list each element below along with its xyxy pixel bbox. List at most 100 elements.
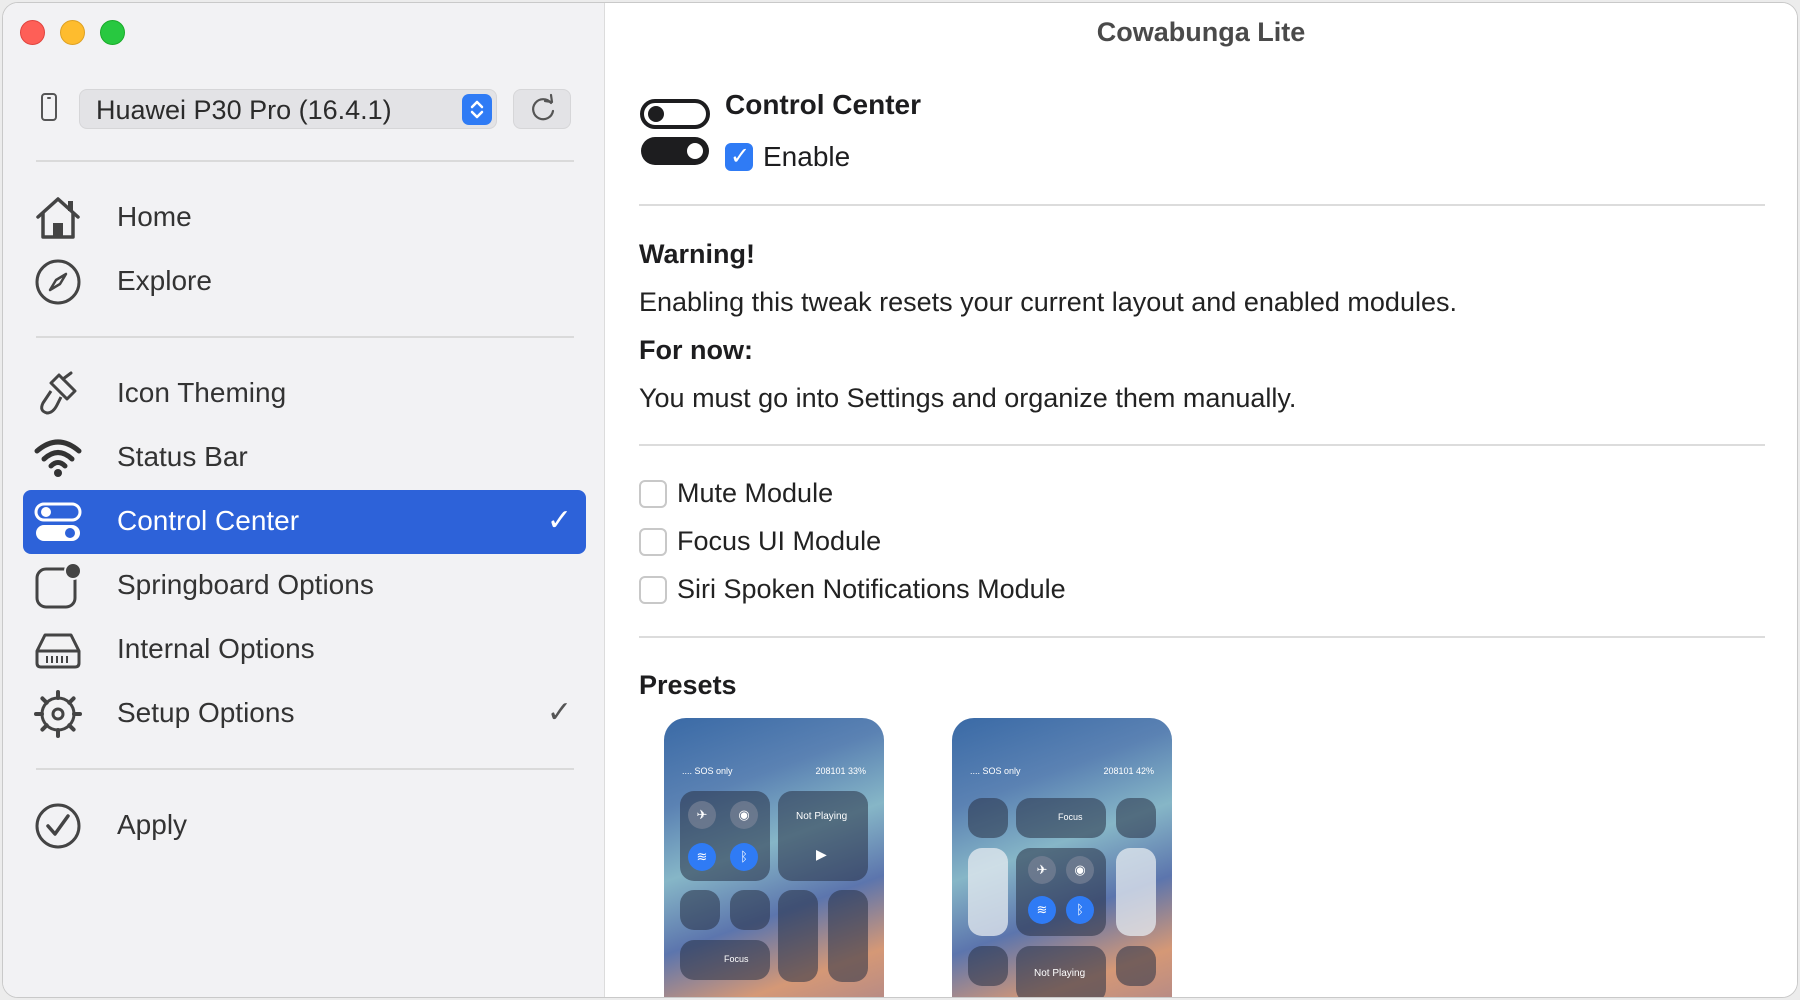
airplane-icon: ✈ [1028,856,1056,884]
device-row: Huawei P30 Pro (16.4.1) [33,89,574,129]
focus-ui-module-checkbox[interactable] [639,528,667,556]
sidebar-item-springboard-options[interactable]: Springboard Options [23,554,586,618]
presets-title: Presets [639,670,737,700]
sidebar-item-control-center[interactable]: Control Center ✓ [23,490,586,554]
enable-label: Enable [763,141,851,172]
now-playing-tile: Not Playing [1016,946,1106,997]
zoom-window-button[interactable] [100,20,125,45]
section-divider [639,204,1765,206]
toggles-icon [639,97,713,167]
app-badge-icon [33,561,83,611]
for-now-title: For now: [639,335,753,365]
battery-text: 208101 33% [815,766,866,776]
screen-mirror-tile [968,798,1008,838]
connectivity-tile: ✈ ◉ ≋ ᛒ [680,791,770,881]
device-picker-label: Huawei P30 Pro (16.4.1) [96,95,392,125]
wifi-icon: ≋ [1028,896,1056,924]
play-icon: ▶ [816,846,827,862]
module-label: Mute Module [677,478,834,508]
toggles-icon [33,497,83,547]
flashlight-tile [1116,946,1156,986]
sidebar-divider [36,336,574,338]
brightness-tile [968,848,1008,936]
brightness-tile [778,890,818,982]
sidebar: Huawei P30 Pro (16.4.1) Home Explore Ico… [3,3,605,997]
device-picker[interactable]: Huawei P30 Pro (16.4.1) [79,89,497,129]
not-playing-label: Not Playing [796,811,848,822]
module-label: Siri Spoken Notifications Module [677,574,1066,604]
wifi-icon: ≋ [688,843,716,871]
preset-status-bar: .... SOS only 208101 42% [970,766,1154,776]
house-icon [33,193,83,243]
now-playing-tile: Not Playing ▶ [778,791,868,881]
refresh-button[interactable] [513,89,571,129]
sidebar-item-apply[interactable]: Apply [23,794,586,858]
bluetooth-icon: ᛒ [730,843,758,871]
preset-thumbnail-2[interactable]: .... SOS only 208101 42% Focus ✈ ◉ ≋ ᛒ N… [952,718,1172,997]
sidebar-item-setup-options[interactable]: Setup Options ✓ [23,682,586,746]
sidebar-item-status-bar[interactable]: Status Bar [23,426,586,490]
siri-notifications-module-checkbox[interactable] [639,576,667,604]
preset-status-bar: .... SOS only 208101 33% [682,766,866,776]
section-divider [639,444,1765,446]
sidebar-item-home[interactable]: Home [23,186,586,250]
airplane-icon: ✈ [688,801,716,829]
internal-drive-icon [33,625,83,675]
checkmark-icon: ✓ [546,696,572,729]
sidebar-item-icon-theming[interactable]: Icon Theming [23,362,586,426]
sidebar-item-internal-options[interactable]: Internal Options [23,618,586,682]
camera-tile [968,946,1008,986]
volume-tile [828,890,868,982]
wifi-icon [33,433,83,483]
section-divider [639,636,1765,638]
sidebar-item-label: Internal Options [117,633,315,664]
focus-tile: Focus [680,940,770,980]
checkmark-icon: ✓ [546,504,572,537]
preset-thumbnail-1[interactable]: .... SOS only 208101 33% ✈ ◉ ≋ ᛒ Not Pla… [664,718,884,997]
sidebar-item-label: Explore [117,265,212,296]
close-window-button[interactable] [20,20,45,45]
connectivity-tile: ✈ ◉ ≋ ᛒ [1016,848,1106,936]
sidebar-item-label: Status Bar [117,441,248,472]
sidebar-item-label: Icon Theming [117,377,287,408]
warning-text: Enabling this tweak resets your current … [639,287,1457,317]
app-window: Huawei P30 Pro (16.4.1) Home Explore Ico… [2,2,1798,998]
main-content: Cowabunga Lite Control Center Enable War… [605,3,1797,997]
minimize-window-button[interactable] [60,20,85,45]
sidebar-divider [36,768,574,770]
calculator-tile [1116,798,1156,838]
page-title: Control Center [725,89,921,120]
checkmark-circle-icon [33,801,83,851]
sidebar-item-label: Apply [117,809,188,840]
cellular-icon: ◉ [1066,856,1094,884]
sidebar-item-label: Springboard Options [117,569,374,600]
volume-tile [1116,848,1156,936]
not-playing-label: Not Playing [1034,968,1086,979]
gear-icon [33,689,83,739]
focus-tile: Focus [1016,798,1106,838]
compass-icon [33,257,83,307]
focus-label: Focus [1058,812,1083,822]
focus-label: Focus [724,954,749,964]
phone-icon [41,93,57,121]
sidebar-item-label: Setup Options [117,697,295,728]
refresh-icon [532,93,555,121]
paintbrush-icon [33,369,83,419]
module-label: Focus UI Module [677,526,882,556]
mute-module-checkbox[interactable] [639,480,667,508]
enable-checkbox[interactable] [725,142,753,171]
warning-title: Warning! [639,239,755,269]
bluetooth-icon: ᛒ [1066,896,1094,924]
sidebar-item-label: Control Center [117,505,300,536]
cellular-icon: ◉ [730,801,758,829]
sidebar-divider [36,160,574,162]
carrier-text: .... SOS only [682,766,733,776]
for-now-text: You must go into Settings and organize t… [639,383,1297,413]
chevron-up-down-icon [462,94,492,125]
sidebar-item-explore[interactable]: Explore [23,250,586,314]
screen-mirror-tile [730,890,770,930]
window-title: Cowabunga Lite [1096,17,1306,47]
sidebar-item-label: Home [117,201,192,232]
carrier-text: .... SOS only [970,766,1021,776]
rotation-lock-tile [680,890,720,930]
